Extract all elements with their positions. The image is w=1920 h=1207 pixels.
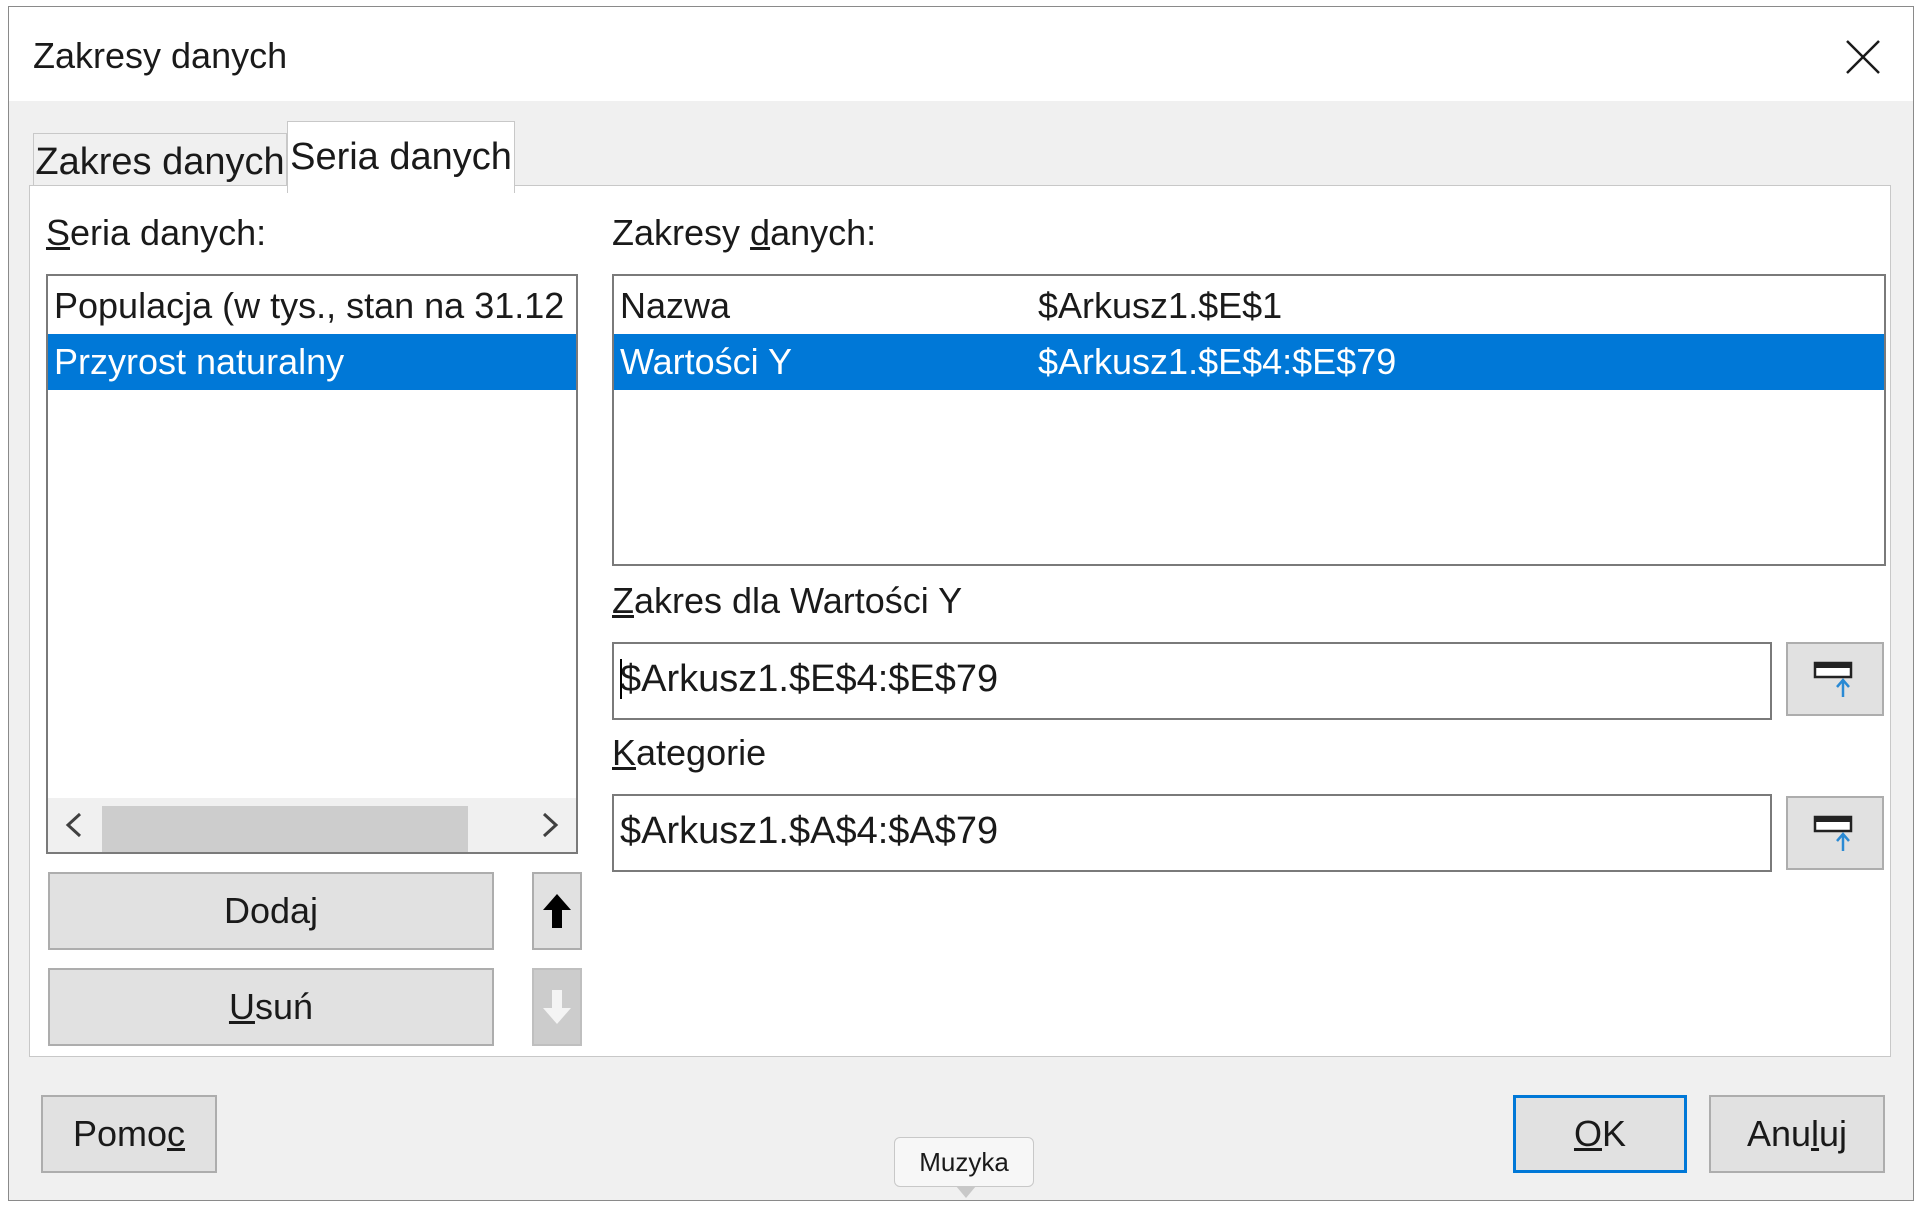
arrow-up-icon — [543, 894, 571, 928]
y-range-label: Zakres dla Wartości Y — [612, 580, 963, 621]
add-series-button-label: Dodaj — [223, 890, 319, 931]
cancel-button[interactable]: Anuluj — [1709, 1095, 1885, 1173]
remove-series-button-label: Usuń — [228, 986, 314, 1027]
move-up-button[interactable] — [532, 872, 582, 950]
series-listbox[interactable]: Populacja (w tys., stan na 31.12 Przyros… — [46, 274, 578, 854]
close-button[interactable] — [1833, 27, 1893, 87]
range-row-value: $Arkusz1.$E$1 — [1038, 285, 1283, 326]
categories-label: Kategorie — [612, 732, 767, 773]
data-ranges-label: Zakresy danych: — [612, 212, 877, 253]
series-list-label: Seria danych: — [46, 212, 267, 253]
categories-shrink-button[interactable] — [1786, 796, 1884, 870]
chevron-left-icon — [65, 812, 82, 838]
horizontal-scrollbar[interactable] — [48, 798, 576, 852]
series-item[interactable]: Populacja (w tys., stan na 31.12 — [48, 278, 576, 334]
cancel-button-label: Anuluj — [1746, 1113, 1848, 1154]
help-button[interactable]: Pomoc — [41, 1095, 217, 1173]
arrow-down-icon — [543, 990, 571, 1024]
range-row-selected[interactable]: Wartości Y $Arkusz1.$E$4:$E$79 — [614, 334, 1884, 390]
series-item-label: Populacja (w tys., stan na 31.12 — [54, 285, 565, 326]
range-row-value: $Arkusz1.$E$4:$E$79 — [1038, 341, 1397, 382]
scroll-thumb[interactable] — [102, 806, 468, 852]
range-row-name: Wartości Y — [620, 341, 793, 382]
tab-data-series[interactable]: Seria danych — [287, 121, 515, 193]
remove-series-button[interactable]: Usuń — [48, 968, 494, 1046]
y-range-shrink-button[interactable] — [1786, 642, 1884, 716]
series-item-selected[interactable]: Przyrost naturalny — [48, 334, 576, 390]
tab-data-range[interactable]: Zakres danych — [33, 133, 287, 191]
data-ranges-dialog: Zakresy danych Zakres danych Seria danyc… — [8, 6, 1914, 1201]
y-range-value: $Arkusz1.$E$4:$E$79 — [620, 658, 999, 700]
tooltip-pointer — [956, 1186, 976, 1198]
series-item-label: Przyrost naturalny — [54, 341, 345, 382]
range-row-name: Nazwa — [620, 285, 731, 326]
ok-button-label: OK — [1573, 1113, 1627, 1154]
data-ranges-listbox[interactable]: Nazwa $Arkusz1.$E$1 Wartości Y $Arkusz1.… — [612, 274, 1886, 566]
tooltip: Muzyka — [894, 1137, 1034, 1187]
scroll-right-button[interactable] — [524, 798, 576, 852]
add-series-button[interactable]: Dodaj — [48, 872, 494, 950]
text-caret — [620, 658, 622, 699]
title-bar: Zakresy danych — [9, 7, 1913, 101]
help-button-label: Pomoc — [72, 1113, 186, 1154]
shrink-range-icon — [1813, 661, 1853, 697]
range-row[interactable]: Nazwa $Arkusz1.$E$1 — [614, 278, 1884, 334]
tab-panel: Seria danych: Populacja (w tys., stan na… — [29, 185, 1891, 1057]
close-icon — [1846, 40, 1880, 74]
scroll-left-button[interactable] — [48, 798, 100, 852]
categories-value: $Arkusz1.$A$4:$A$79 — [620, 810, 999, 852]
chevron-right-icon — [542, 812, 559, 838]
shrink-range-icon — [1813, 815, 1853, 851]
categories-input[interactable]: $Arkusz1.$A$4:$A$79 — [612, 794, 1772, 872]
dialog-title: Zakresy danych — [33, 35, 288, 76]
y-range-input[interactable]: $Arkusz1.$E$4:$E$79 — [612, 642, 1772, 720]
ok-button[interactable]: OK — [1513, 1095, 1687, 1173]
move-down-button[interactable] — [532, 968, 582, 1046]
